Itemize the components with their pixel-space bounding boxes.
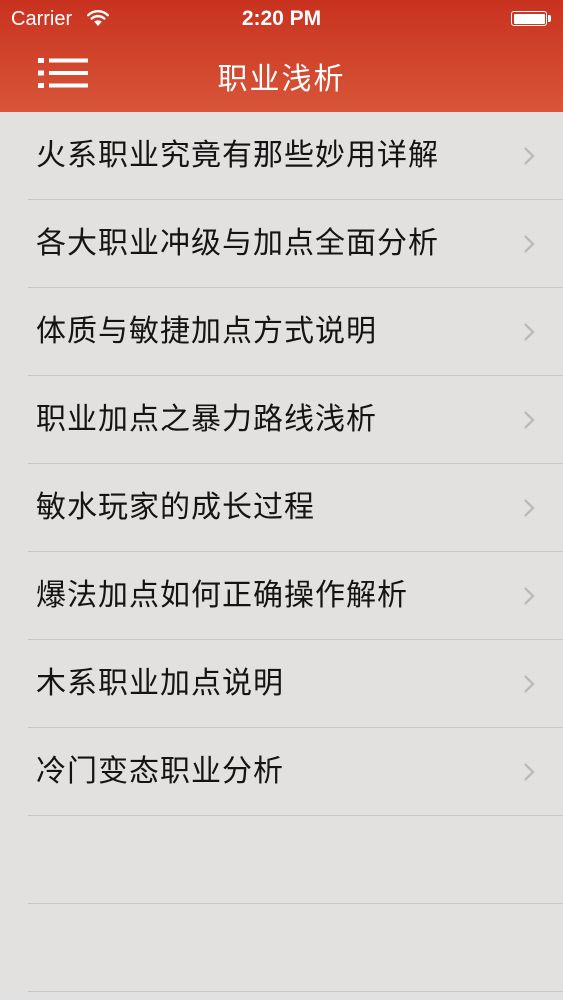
list-item[interactable]: 爆法加点如何正确操作解析 xyxy=(28,552,563,640)
list-item-label: 敏水玩家的成长过程 xyxy=(36,490,315,525)
battery-full-icon xyxy=(511,11,553,28)
list-item-label: 体质与敏捷加点方式说明 xyxy=(36,314,377,349)
list-item[interactable]: 木系职业加点说明 xyxy=(28,640,563,728)
status-bar: Carrier 2:20 PM xyxy=(0,0,563,38)
navigation-bar: Carrier 2:20 PM 职业浅析 xyxy=(0,0,563,112)
clock: 2:20 PM xyxy=(241,7,322,30)
chevron-right-icon xyxy=(524,763,535,781)
list-item-label: 火系职业究竟有那些妙用详解 xyxy=(36,138,439,173)
list-item[interactable]: 职业加点之暴力路线浅析 xyxy=(28,376,563,464)
list-item-label: 各大职业冲级与加点全面分析 xyxy=(36,226,439,261)
list-item[interactable]: 冷门变态职业分析 xyxy=(28,728,563,816)
list-item-label: 冷门变态职业分析 xyxy=(36,754,284,789)
empty-row xyxy=(28,904,563,992)
list-item-label: 爆法加点如何正确操作解析 xyxy=(36,578,408,613)
empty-row xyxy=(28,816,563,904)
list-item-label: 木系职业加点说明 xyxy=(36,666,284,701)
chevron-right-icon xyxy=(524,675,535,693)
chevron-right-icon xyxy=(524,411,535,429)
chevron-right-icon xyxy=(524,235,535,253)
chevron-right-icon xyxy=(524,499,535,517)
chevron-right-icon xyxy=(524,587,535,605)
list-item[interactable]: 敏水玩家的成长过程 xyxy=(28,464,563,552)
list-item-label: 职业加点之暴力路线浅析 xyxy=(36,402,377,437)
article-list: 火系职业究竟有那些妙用详解 各大职业冲级与加点全面分析 体质与敏捷加点方式说明 … xyxy=(0,112,563,1000)
list-item[interactable]: 火系职业究竟有那些妙用详解 xyxy=(28,112,563,200)
chevron-right-icon xyxy=(524,147,535,165)
page-title: 职业浅析 xyxy=(217,62,346,97)
list-item[interactable]: 各大职业冲级与加点全面分析 xyxy=(28,200,563,288)
list-item[interactable]: 体质与敏捷加点方式说明 xyxy=(28,288,563,376)
chevron-right-icon xyxy=(524,323,535,341)
